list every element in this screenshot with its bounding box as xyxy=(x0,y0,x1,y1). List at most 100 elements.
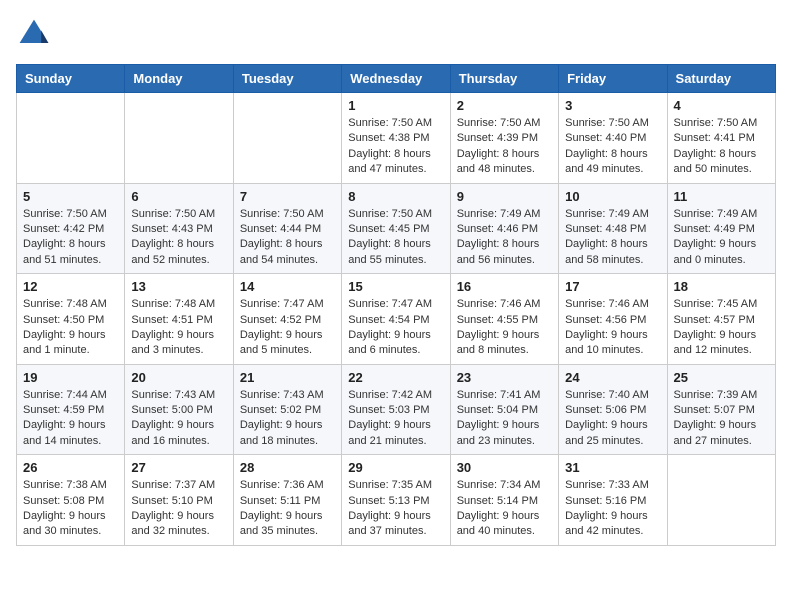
day-info: Sunrise: 7:45 AM Sunset: 4:57 PM Dayligh… xyxy=(674,297,769,359)
day-number: 24 xyxy=(565,370,660,385)
day-cell: 23 Sunrise: 7:41 AM Sunset: 5:04 PM Dayli… xyxy=(450,364,558,455)
day-number: 16 xyxy=(457,279,552,294)
week-row-2: 5Sunrise: 7:50 AM Sunset: 4:42 PM Daylig… xyxy=(17,183,776,274)
day-cell: 28 Sunrise: 7:36 AM Sunset: 5:11 PM Dayli… xyxy=(233,455,341,546)
day-cell: 20Sunrise: 7:43 AM Sunset: 5:00 PM Dayli… xyxy=(125,364,233,455)
day-cell xyxy=(233,93,341,184)
week-row-1: 1 Sunrise: 7:50 AM Sunset: 4:38 PM Daylig… xyxy=(17,93,776,184)
day-number: 31 xyxy=(565,460,660,475)
day-info: Sunrise: 7:50 AM Sunset: 4:40 PM Dayligh… xyxy=(565,116,660,178)
day-cell: 31 Sunrise: 7:33 AM Sunset: 5:16 PM Dayli… xyxy=(559,455,667,546)
day-cell: 9 Sunrise: 7:49 AM Sunset: 4:46 PM Daylig… xyxy=(450,183,558,274)
day-number: 6 xyxy=(131,189,226,204)
day-cell: 7 Sunrise: 7:50 AM Sunset: 4:44 PM Daylig… xyxy=(233,183,341,274)
day-number: 27 xyxy=(131,460,226,475)
day-info: Sunrise: 7:37 AM Sunset: 5:10 PM Dayligh… xyxy=(131,478,226,540)
day-cell: 13 Sunrise: 7:48 AM Sunset: 4:51 PM Dayli… xyxy=(125,274,233,365)
day-info: Sunrise: 7:44 AM Sunset: 4:59 PM Dayligh… xyxy=(23,388,118,450)
day-number: 8 xyxy=(348,189,443,204)
day-info: Sunrise: 7:47 AM Sunset: 4:54 PM Dayligh… xyxy=(348,297,443,359)
day-cell: 3 Sunrise: 7:50 AM Sunset: 4:40 PM Daylig… xyxy=(559,93,667,184)
day-cell: 1 Sunrise: 7:50 AM Sunset: 4:38 PM Daylig… xyxy=(342,93,450,184)
day-info: Sunrise: 7:43 AM Sunset: 5:02 PM Dayligh… xyxy=(240,388,335,450)
day-number: 3 xyxy=(565,98,660,113)
day-cell: 21 Sunrise: 7:43 AM Sunset: 5:02 PM Dayli… xyxy=(233,364,341,455)
day-info: Sunrise: 7:49 AM Sunset: 4:46 PM Dayligh… xyxy=(457,207,552,269)
day-number: 29 xyxy=(348,460,443,475)
day-info: Sunrise: 7:49 AM Sunset: 4:49 PM Dayligh… xyxy=(674,207,769,269)
week-row-5: 26 Sunrise: 7:38 AM Sunset: 5:08 PM Dayli… xyxy=(17,455,776,546)
weekday-header-wednesday: Wednesday xyxy=(342,65,450,93)
day-number: 5 xyxy=(23,189,118,204)
day-cell: 25 Sunrise: 7:39 AM Sunset: 5:07 PM Dayli… xyxy=(667,364,775,455)
day-number: 14 xyxy=(240,279,335,294)
weekday-header-sunday: Sunday xyxy=(17,65,125,93)
day-cell: 26 Sunrise: 7:38 AM Sunset: 5:08 PM Dayli… xyxy=(17,455,125,546)
day-cell xyxy=(125,93,233,184)
day-info: Sunrise: 7:50 AM Sunset: 4:43 PM Dayligh… xyxy=(131,207,226,269)
day-info: Sunrise: 7:47 AM Sunset: 4:52 PM Dayligh… xyxy=(240,297,335,359)
day-cell xyxy=(17,93,125,184)
day-number: 10 xyxy=(565,189,660,204)
day-number: 7 xyxy=(240,189,335,204)
week-row-3: 12 Sunrise: 7:48 AM Sunset: 4:50 PM Dayli… xyxy=(17,274,776,365)
day-cell: 17Sunrise: 7:46 AM Sunset: 4:56 PM Dayli… xyxy=(559,274,667,365)
weekday-header-thursday: Thursday xyxy=(450,65,558,93)
day-cell: 16 Sunrise: 7:46 AM Sunset: 4:55 PM Dayli… xyxy=(450,274,558,365)
day-number: 18 xyxy=(674,279,769,294)
day-info: Sunrise: 7:46 AM Sunset: 4:56 PM Dayligh… xyxy=(565,297,660,359)
day-number: 23 xyxy=(457,370,552,385)
day-info: Sunrise: 7:48 AM Sunset: 4:50 PM Dayligh… xyxy=(23,297,118,359)
day-info: Sunrise: 7:50 AM Sunset: 4:44 PM Dayligh… xyxy=(240,207,335,269)
day-number: 1 xyxy=(348,98,443,113)
week-row-4: 19 Sunrise: 7:44 AM Sunset: 4:59 PM Dayli… xyxy=(17,364,776,455)
day-cell: 19 Sunrise: 7:44 AM Sunset: 4:59 PM Dayli… xyxy=(17,364,125,455)
day-cell: 24 Sunrise: 7:40 AM Sunset: 5:06 PM Dayli… xyxy=(559,364,667,455)
day-cell: 30Sunrise: 7:34 AM Sunset: 5:14 PM Dayli… xyxy=(450,455,558,546)
day-info: Sunrise: 7:50 AM Sunset: 4:41 PM Dayligh… xyxy=(674,116,769,178)
day-cell: 15Sunrise: 7:47 AM Sunset: 4:54 PM Dayli… xyxy=(342,274,450,365)
day-cell: 12 Sunrise: 7:48 AM Sunset: 4:50 PM Dayli… xyxy=(17,274,125,365)
day-number: 22 xyxy=(348,370,443,385)
weekday-header-tuesday: Tuesday xyxy=(233,65,341,93)
day-number: 26 xyxy=(23,460,118,475)
day-number: 9 xyxy=(457,189,552,204)
weekday-header-monday: Monday xyxy=(125,65,233,93)
day-info: Sunrise: 7:35 AM Sunset: 5:13 PM Dayligh… xyxy=(348,478,443,540)
day-number: 13 xyxy=(131,279,226,294)
day-number: 12 xyxy=(23,279,118,294)
day-cell: 14 Sunrise: 7:47 AM Sunset: 4:52 PM Dayli… xyxy=(233,274,341,365)
logo-icon xyxy=(16,16,52,52)
day-cell: 8 Sunrise: 7:50 AM Sunset: 4:45 PM Daylig… xyxy=(342,183,450,274)
day-info: Sunrise: 7:40 AM Sunset: 5:06 PM Dayligh… xyxy=(565,388,660,450)
day-info: Sunrise: 7:48 AM Sunset: 4:51 PM Dayligh… xyxy=(131,297,226,359)
day-info: Sunrise: 7:33 AM Sunset: 5:16 PM Dayligh… xyxy=(565,478,660,540)
day-number: 2 xyxy=(457,98,552,113)
day-info: Sunrise: 7:36 AM Sunset: 5:11 PM Dayligh… xyxy=(240,478,335,540)
day-cell: 22 Sunrise: 7:42 AM Sunset: 5:03 PM Dayli… xyxy=(342,364,450,455)
day-number: 19 xyxy=(23,370,118,385)
day-number: 25 xyxy=(674,370,769,385)
day-info: Sunrise: 7:50 AM Sunset: 4:45 PM Dayligh… xyxy=(348,207,443,269)
day-info: Sunrise: 7:38 AM Sunset: 5:08 PM Dayligh… xyxy=(23,478,118,540)
weekday-header-row: SundayMondayTuesdayWednesdayThursdayFrid… xyxy=(17,65,776,93)
day-number: 4 xyxy=(674,98,769,113)
day-cell: 4 Sunrise: 7:50 AM Sunset: 4:41 PM Daylig… xyxy=(667,93,775,184)
day-info: Sunrise: 7:50 AM Sunset: 4:38 PM Dayligh… xyxy=(348,116,443,178)
day-info: Sunrise: 7:39 AM Sunset: 5:07 PM Dayligh… xyxy=(674,388,769,450)
day-number: 20 xyxy=(131,370,226,385)
day-cell: 29 Sunrise: 7:35 AM Sunset: 5:13 PM Dayli… xyxy=(342,455,450,546)
day-info: Sunrise: 7:46 AM Sunset: 4:55 PM Dayligh… xyxy=(457,297,552,359)
day-cell: 5Sunrise: 7:50 AM Sunset: 4:42 PM Daylig… xyxy=(17,183,125,274)
day-cell: 2 Sunrise: 7:50 AM Sunset: 4:39 PM Daylig… xyxy=(450,93,558,184)
day-info: Sunrise: 7:34 AM Sunset: 5:14 PM Dayligh… xyxy=(457,478,552,540)
day-info: Sunrise: 7:50 AM Sunset: 4:39 PM Dayligh… xyxy=(457,116,552,178)
day-cell: 10Sunrise: 7:49 AM Sunset: 4:48 PM Dayli… xyxy=(559,183,667,274)
day-info: Sunrise: 7:42 AM Sunset: 5:03 PM Dayligh… xyxy=(348,388,443,450)
day-info: Sunrise: 7:41 AM Sunset: 5:04 PM Dayligh… xyxy=(457,388,552,450)
day-number: 28 xyxy=(240,460,335,475)
day-cell: 18 Sunrise: 7:45 AM Sunset: 4:57 PM Dayli… xyxy=(667,274,775,365)
day-number: 21 xyxy=(240,370,335,385)
page-header xyxy=(16,16,776,52)
weekday-header-saturday: Saturday xyxy=(667,65,775,93)
